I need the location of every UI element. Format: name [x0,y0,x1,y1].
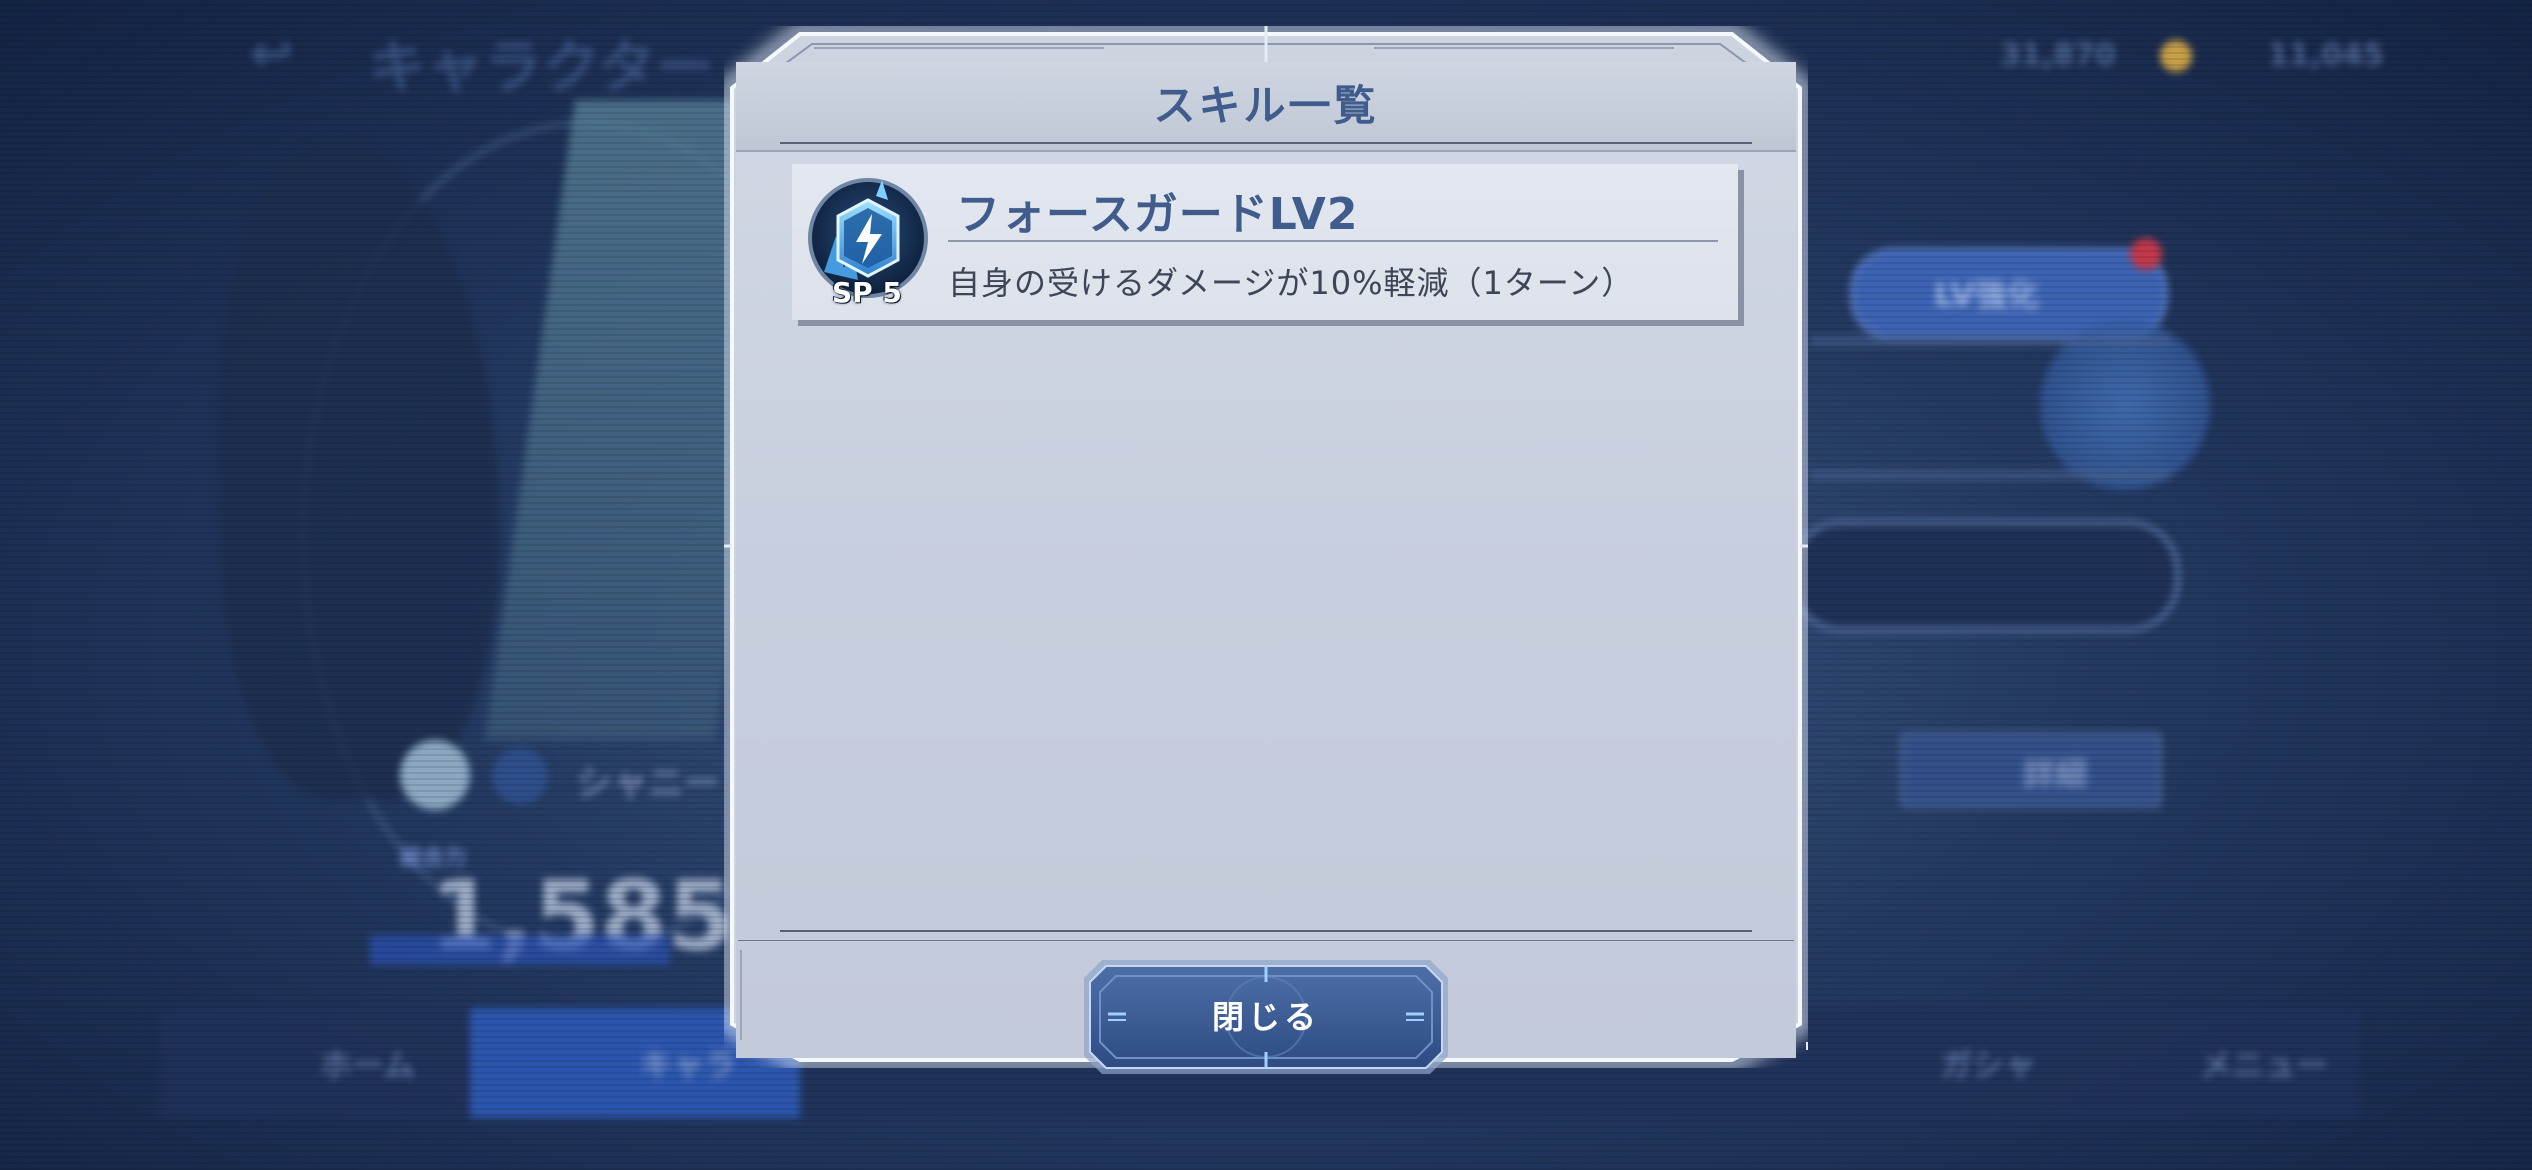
background-nav-menu: メニュー [2200,1046,2329,1084]
footer-deco-1 [740,950,742,1040]
sp-cost-label: SP 5 [832,276,902,309]
back-arrow-icon: ↩ [250,24,294,84]
skill-name: フォースガードLV2 [956,189,1359,240]
bg-panel-row-2 [1810,470,2170,480]
currency-value: 31,870 [2000,38,2116,73]
background-nav-chara: キャラ [640,1046,737,1084]
skill-list-dialog: スキル一覧 SP 5 フォースガードLV2 自身の受けるダメージが10%軽減（1… [724,26,1808,1074]
background-nav-gacha: ガシャ [1940,1046,2037,1084]
close-button[interactable]: 閉じる [1082,958,1450,1076]
skill-description: 自身の受けるダメージが10%軽減（1ターン） [948,264,1635,302]
skill-separator [948,240,1718,242]
notification-dot [2130,238,2162,270]
background-search-field [1790,520,2180,632]
background-character-name: シャニー [576,763,721,804]
gem-value: 11,045 [2268,38,2384,73]
footer-line [738,940,1794,941]
title-underline [780,142,1752,144]
bg-panel-row-1 [1810,336,2170,346]
dialog-title: スキル一覧 [1153,81,1379,130]
power-bar [370,935,670,965]
background-detail-button: 詳細 [1900,732,2162,808]
class-emblem [492,748,548,804]
coin-icon [2160,40,2192,72]
background-nav-home: ホーム [320,1046,416,1084]
skill-list-item[interactable]: SP 5 フォースガードLV2 自身の受けるダメージが10%軽減（1ターン） [792,164,1738,320]
close-button-label: 閉じる [1211,998,1320,1036]
background-screen-title: キャラクター [368,33,714,101]
element-emblem [400,740,470,810]
list-bottom-line [780,930,1752,932]
